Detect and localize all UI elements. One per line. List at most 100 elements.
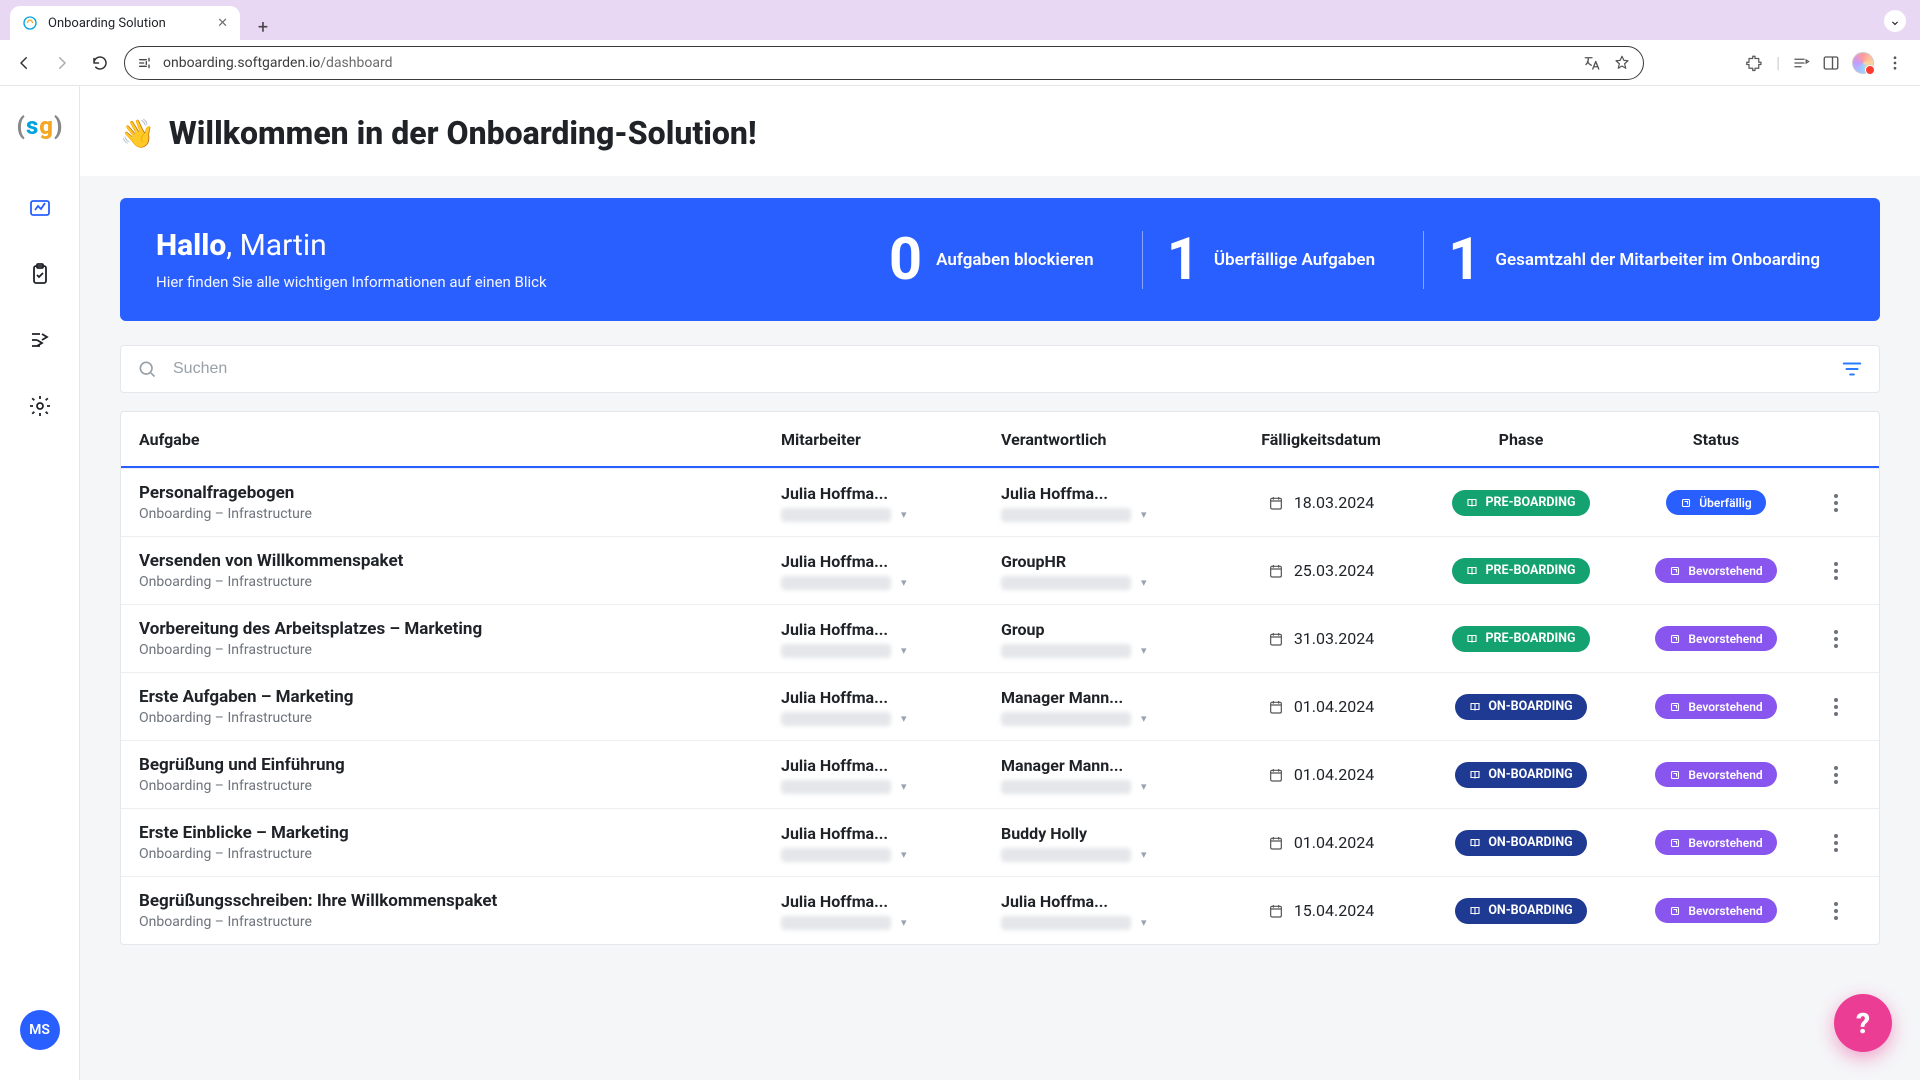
user-avatar-button[interactable]: MS xyxy=(20,1010,60,1050)
nav-settings[interactable] xyxy=(20,386,60,426)
dropdown-caret-icon[interactable]: ▾ xyxy=(901,508,907,521)
status-icon xyxy=(1669,905,1681,917)
address-bar[interactable]: onboarding.softgarden.io/dashboard xyxy=(124,46,1644,80)
task-subtitle: Onboarding – Infrastructure xyxy=(139,778,781,794)
table-row[interactable]: Vorbereitung des Arbeitsplatzes – Market… xyxy=(121,604,1879,672)
calendar-icon xyxy=(1268,767,1284,783)
table-row[interactable]: Begrüßung und EinführungOnboarding – Inf… xyxy=(121,740,1879,808)
workflow-icon xyxy=(28,328,52,352)
table-row[interactable]: PersonalfragebogenOnboarding – Infrastru… xyxy=(121,468,1879,536)
task-subtitle: Onboarding – Infrastructure xyxy=(139,642,781,658)
dropdown-caret-icon[interactable]: ▾ xyxy=(901,916,907,929)
side-panel-icon[interactable] xyxy=(1822,54,1840,72)
dropdown-caret-icon[interactable]: ▾ xyxy=(901,644,907,657)
row-menu-button[interactable] xyxy=(1811,896,1861,926)
close-tab-icon[interactable]: ✕ xyxy=(217,16,228,31)
dropdown-caret-icon[interactable]: ▾ xyxy=(1141,780,1147,793)
extensions-icon[interactable] xyxy=(1746,54,1764,72)
dropdown-caret-icon[interactable]: ▾ xyxy=(1141,712,1147,725)
clipboard-icon xyxy=(28,262,52,286)
chrome-menu-icon[interactable] xyxy=(1886,54,1904,72)
stat-2: 1Gesamtzahl der Mitarbeiter im Onboardin… xyxy=(1423,231,1844,289)
dropdown-caret-icon[interactable]: ▾ xyxy=(901,576,907,589)
forward-button[interactable] xyxy=(48,49,76,77)
phase-chip: PRE-BOARDING xyxy=(1452,490,1589,516)
status-chip: Bevorstehend xyxy=(1655,558,1776,583)
filter-icon[interactable] xyxy=(1841,358,1863,380)
dropdown-caret-icon[interactable]: ▾ xyxy=(1141,916,1147,929)
status-icon xyxy=(1669,769,1681,781)
dropdown-caret-icon[interactable]: ▾ xyxy=(901,712,907,725)
redacted-text xyxy=(781,780,891,794)
status-chip: Bevorstehend xyxy=(1655,626,1776,651)
new-tab-button[interactable]: + xyxy=(250,14,276,40)
col-due: Fälligkeitsdatum xyxy=(1221,430,1421,449)
search-input[interactable] xyxy=(171,359,1827,379)
phase-chip: PRE-BOARDING xyxy=(1452,626,1589,652)
dropdown-caret-icon[interactable]: ▾ xyxy=(901,848,907,861)
status-chip: Bevorstehend xyxy=(1655,898,1776,923)
table-row[interactable]: Erste Einblicke – MarketingOnboarding – … xyxy=(121,808,1879,876)
redacted-text xyxy=(781,916,891,930)
redacted-text xyxy=(781,712,891,726)
col-employee: Mitarbeiter xyxy=(781,430,1001,449)
back-button[interactable] xyxy=(10,49,38,77)
row-menu-button[interactable] xyxy=(1811,624,1861,654)
calendar-icon xyxy=(1268,699,1284,715)
phase-chip: ON-BOARDING xyxy=(1455,762,1586,788)
status-icon xyxy=(1669,701,1681,713)
help-button[interactable]: ? xyxy=(1834,994,1892,1052)
table-row[interactable]: Versenden von WillkommenspaketOnboarding… xyxy=(121,536,1879,604)
due-date: 25.03.2024 xyxy=(1294,561,1374,580)
calendar-icon xyxy=(1268,631,1284,647)
calendar-icon xyxy=(1268,903,1284,919)
redacted-text xyxy=(1001,916,1131,930)
site-settings-icon[interactable] xyxy=(137,55,153,71)
calendar-icon xyxy=(1268,835,1284,851)
table-row[interactable]: Begrüßungsschreiben: Ihre Willkommenspak… xyxy=(121,876,1879,944)
row-menu-button[interactable] xyxy=(1811,828,1861,858)
row-menu-button[interactable] xyxy=(1811,760,1861,790)
reload-button[interactable] xyxy=(86,49,114,77)
greeting-subtitle: Hier finden Sie alle wichtigen Informati… xyxy=(156,273,547,291)
media-controls-icon[interactable] xyxy=(1792,54,1810,72)
book-icon xyxy=(1469,837,1481,849)
bookmark-star-icon[interactable] xyxy=(1613,54,1631,72)
employee-name: Julia Hoffma... xyxy=(781,484,1001,503)
search-bar[interactable] xyxy=(120,345,1880,393)
dropdown-caret-icon[interactable]: ▾ xyxy=(1141,576,1147,589)
table-row[interactable]: Erste Aufgaben – MarketingOnboarding – I… xyxy=(121,672,1879,740)
sidebar: (sg) MS xyxy=(0,86,80,1080)
redacted-text xyxy=(781,508,891,522)
dropdown-caret-icon[interactable]: ▾ xyxy=(1141,848,1147,861)
task-title: Versenden von Willkommenspaket xyxy=(139,551,781,571)
stat-0: 0Aufgaben blockieren xyxy=(865,231,1118,289)
tabs-overflow-button[interactable]: ⌄ xyxy=(1884,10,1906,32)
phase-chip: ON-BOARDING xyxy=(1455,898,1586,924)
nav-workflows[interactable] xyxy=(20,320,60,360)
status-chip: Bevorstehend xyxy=(1655,762,1776,787)
status-icon xyxy=(1669,837,1681,849)
wave-icon: 👋 xyxy=(120,117,155,150)
dropdown-caret-icon[interactable]: ▾ xyxy=(901,780,907,793)
nav-tasks[interactable] xyxy=(20,254,60,294)
responsible-name: GroupHR xyxy=(1001,552,1221,571)
dropdown-caret-icon[interactable]: ▾ xyxy=(1141,644,1147,657)
row-menu-button[interactable] xyxy=(1811,556,1861,586)
browser-tabbar: Onboarding Solution ✕ + ⌄ xyxy=(0,0,1920,40)
brand-logo: (sg) xyxy=(17,112,63,140)
nav-dashboard[interactable] xyxy=(20,188,60,228)
employee-name: Julia Hoffma... xyxy=(781,892,1001,911)
translate-icon[interactable] xyxy=(1583,54,1601,72)
status-chip: Bevorstehend xyxy=(1655,830,1776,855)
employee-name: Julia Hoffma... xyxy=(781,756,1001,775)
browser-tab[interactable]: Onboarding Solution ✕ xyxy=(10,6,240,40)
book-icon xyxy=(1469,769,1481,781)
due-date: 01.04.2024 xyxy=(1294,833,1374,852)
dropdown-caret-icon[interactable]: ▾ xyxy=(1141,508,1147,521)
row-menu-button[interactable] xyxy=(1811,488,1861,518)
redacted-text xyxy=(781,644,891,658)
profile-avatar[interactable] xyxy=(1852,52,1874,74)
col-phase: Phase xyxy=(1421,430,1621,449)
row-menu-button[interactable] xyxy=(1811,692,1861,722)
